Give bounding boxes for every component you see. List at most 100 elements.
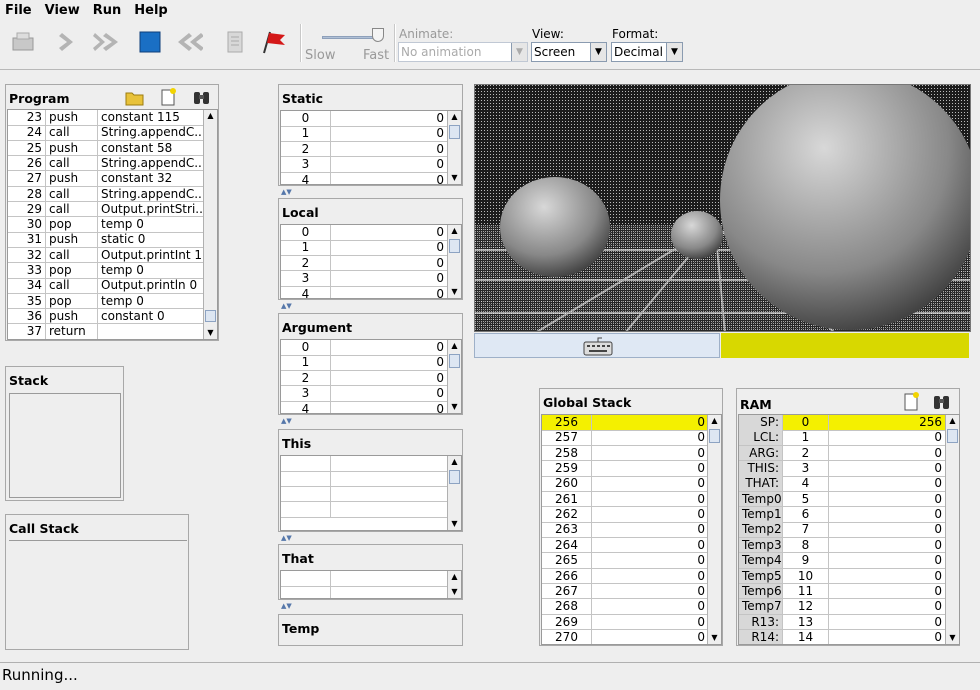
global-stack-row[interactable]: 267 0 [542, 583, 709, 600]
segment-row[interactable]: 00 [281, 225, 448, 241]
binoculars-icon[interactable] [931, 391, 953, 416]
ram-row[interactable]: R14: 14 0 [739, 629, 946, 644]
new-file-icon[interactable] [901, 391, 921, 416]
ram-row[interactable]: THAT: 4 0 [739, 476, 946, 492]
segment-row[interactable]: 00 [281, 111, 448, 127]
that-scrollbar[interactable]: ▲ ▼ [447, 571, 461, 598]
program-row[interactable]: 23 push constant 115 [8, 110, 205, 126]
segment-row[interactable]: 40 [281, 172, 448, 184]
ram-table[interactable]: SP: 0 256 LCL: 1 0 ARG: 2 0 THIS: 3 0 THAT: 4 0 Temp0: 5… [738, 414, 960, 645]
program-row[interactable]: 31 push static 0 [8, 232, 205, 248]
segment-row[interactable] [281, 471, 448, 487]
segment-row[interactable]: 40 [281, 286, 448, 298]
segment-row[interactable]: 40 [281, 401, 448, 413]
segment-row[interactable]: 30 [281, 386, 448, 402]
new-file-icon[interactable] [158, 87, 178, 110]
speed-slider-thumb[interactable] [372, 28, 384, 42]
ram-row[interactable]: Temp2: 7 0 [739, 522, 946, 538]
global-stack-row[interactable]: 260 0 [542, 476, 709, 492]
global-stack-row[interactable]: 263 0 [542, 522, 709, 538]
segment-row[interactable] [281, 456, 448, 472]
program-row[interactable]: 33 pop temp 0 [8, 263, 205, 279]
ram-scrollbar[interactable]: ▲ ▼ [945, 415, 959, 644]
format-select[interactable]: Decimal ▼ [611, 42, 683, 62]
this-segment-table[interactable]: ▲ ▼ [280, 455, 462, 531]
program-row[interactable]: 32 call Output.printInt 1 [8, 247, 205, 264]
program-row[interactable]: 26 call String.appendC... [8, 155, 205, 172]
script-button[interactable] [220, 26, 250, 58]
menu-view[interactable]: View [45, 3, 80, 18]
global-stack-row[interactable]: 256 0 [542, 415, 709, 431]
panel-splitter[interactable]: ▲▼ [279, 417, 463, 425]
global-stack-row[interactable]: 259 0 [542, 461, 709, 477]
global-stack-row[interactable]: 262 0 [542, 507, 709, 523]
ram-row[interactable]: Temp4: 9 0 [739, 553, 946, 569]
program-row[interactable]: 25 push constant 58 [8, 140, 205, 157]
segment-row[interactable]: 10 [281, 355, 448, 371]
single-step-button[interactable] [52, 26, 82, 58]
ram-row[interactable]: Temp0: 5 0 [739, 491, 946, 508]
local-scrollbar[interactable]: ▲ ▼ [447, 225, 461, 298]
global-stack-row[interactable]: 261 0 [542, 491, 709, 508]
argument-scrollbar[interactable]: ▲ ▼ [447, 340, 461, 413]
load-program-button[interactable] [8, 26, 38, 58]
segment-row[interactable]: 20 [281, 255, 448, 272]
panel-splitter[interactable]: ▲▼ [279, 302, 463, 310]
keyboard-panel[interactable] [474, 333, 720, 358]
global-stack-scrollbar[interactable]: ▲ ▼ [707, 415, 721, 644]
panel-splitter[interactable]: ▲▼ [279, 602, 463, 610]
segment-row[interactable] [281, 586, 448, 598]
breakpoints-button[interactable] [258, 26, 288, 58]
global-stack-row[interactable]: 266 0 [542, 568, 709, 584]
menu-file[interactable]: File [5, 3, 32, 18]
argument-segment-table[interactable]: 0 0 1 0 2 0 3 0 4 0 ▲ ▼ [280, 339, 462, 414]
speed-slider[interactable] [318, 26, 388, 46]
program-row[interactable]: 28 call String.appendC... [8, 186, 205, 202]
ram-row[interactable]: Temp6: 11 0 [739, 583, 946, 600]
stop-button[interactable] [135, 26, 165, 58]
global-stack-row[interactable]: 264 0 [542, 537, 709, 554]
ram-row[interactable]: LCL: 1 0 [739, 430, 946, 446]
menu-run[interactable]: Run [93, 3, 122, 18]
ram-row[interactable]: Temp1: 6 0 [739, 507, 946, 523]
global-stack-row[interactable]: 265 0 [542, 553, 709, 569]
panel-splitter[interactable]: ▲▼ [279, 534, 463, 542]
program-row[interactable]: 35 pop temp 0 [8, 293, 205, 310]
segment-row[interactable]: 10 [281, 126, 448, 142]
program-row[interactable]: 27 push constant 32 [8, 171, 205, 187]
program-scrollbar[interactable]: ▲ ▼ [203, 110, 217, 339]
program-row[interactable]: 30 pop temp 0 [8, 217, 205, 233]
open-folder-icon[interactable] [124, 87, 146, 110]
local-segment-table[interactable]: 0 0 1 0 2 0 3 0 4 0 ▲ ▼ [280, 224, 462, 299]
menu-help[interactable]: Help [134, 3, 167, 18]
that-segment-table[interactable]: ▲ ▼ [280, 570, 462, 599]
segment-row[interactable] [281, 486, 448, 503]
global-stack-row[interactable]: 258 0 [542, 445, 709, 462]
global-stack-table[interactable]: 256 0 257 0 258 0 259 0 260 0 261 0 262 0 263 0 264 0 265 0… [541, 414, 722, 645]
ram-row[interactable]: R13: 13 0 [739, 614, 946, 631]
call-stack-list[interactable] [9, 540, 187, 648]
ram-row[interactable]: Temp3: 8 0 [739, 537, 946, 554]
program-row[interactable]: 29 call Output.printStri... [8, 201, 205, 218]
panel-splitter[interactable]: ▲▼ [279, 188, 463, 196]
global-stack-row[interactable]: 257 0 [542, 430, 709, 446]
binoculars-icon[interactable] [191, 87, 213, 110]
program-row[interactable]: 36 push constant 0 [8, 308, 205, 325]
static-scrollbar[interactable]: ▲ ▼ [447, 111, 461, 184]
segment-row[interactable]: 20 [281, 141, 448, 158]
ram-row[interactable]: SP: 0 256 [739, 415, 946, 431]
ram-row[interactable]: ARG: 2 0 [739, 445, 946, 462]
static-segment-table[interactable]: 0 0 1 0 2 0 3 0 4 0 ▲ ▼ [280, 110, 462, 185]
ram-row[interactable]: Temp5: 10 0 [739, 568, 946, 584]
global-stack-row[interactable]: 268 0 [542, 599, 709, 615]
segment-row[interactable]: 20 [281, 370, 448, 387]
segment-row[interactable]: 00 [281, 340, 448, 356]
segment-row[interactable]: 30 [281, 157, 448, 173]
program-row[interactable]: 37 return [8, 324, 205, 339]
reset-button[interactable] [173, 26, 203, 58]
ram-row[interactable]: Temp7: 12 0 [739, 599, 946, 615]
ram-row[interactable]: THIS: 3 0 [739, 461, 946, 477]
global-stack-row[interactable]: 270 0 [542, 629, 709, 644]
run-button[interactable] [92, 26, 122, 58]
global-stack-row[interactable]: 269 0 [542, 614, 709, 631]
